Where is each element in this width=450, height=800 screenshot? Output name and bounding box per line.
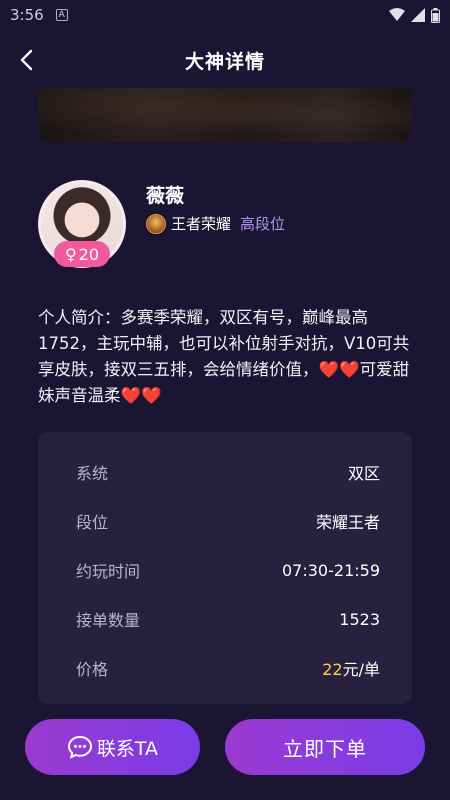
notification-icon: A bbox=[55, 9, 68, 21]
info-label: 约玩时间 bbox=[76, 562, 141, 581]
order-button[interactable]: 立即下单 bbox=[225, 719, 425, 775]
price-amount: 22 bbox=[322, 660, 343, 679]
wifi-icon bbox=[389, 8, 405, 21]
info-label: 价格 bbox=[76, 660, 109, 679]
order-button-label: 立即下单 bbox=[283, 736, 367, 761]
info-value: 荣耀王者 bbox=[315, 513, 380, 532]
chevron-left-icon bbox=[20, 49, 33, 71]
back-button[interactable] bbox=[14, 46, 42, 74]
info-value: 07:30-21:59 bbox=[282, 560, 380, 580]
rank-tag: 高段位 bbox=[240, 215, 286, 233]
contact-button[interactable]: 联系TA bbox=[25, 719, 200, 775]
bio-text: 个人简介：多赛季荣耀，双区有号，巅峰最高1752，主玩中辅，也可以补位射手对抗，… bbox=[38, 308, 410, 405]
game-row: 王者荣耀 高段位 bbox=[146, 213, 285, 234]
info-label: 接单数量 bbox=[76, 611, 141, 630]
status-icons bbox=[389, 7, 440, 23]
game-icon bbox=[146, 213, 166, 234]
price-unit: 元/单 bbox=[342, 660, 380, 679]
info-value: 双区 bbox=[347, 464, 380, 483]
signal-icon bbox=[411, 8, 425, 22]
contact-button-label: 联系TA bbox=[96, 737, 159, 760]
info-row-time: 约玩时间 07:30-21:59 bbox=[76, 555, 380, 585]
top-bar: 大神详情 bbox=[0, 40, 450, 80]
cover-image bbox=[38, 88, 412, 142]
info-label: 系统 bbox=[76, 464, 109, 483]
info-value: 1523 bbox=[339, 609, 380, 629]
female-icon: ♀ bbox=[64, 244, 77, 264]
age-value: 20 bbox=[78, 244, 100, 264]
status-time: 3:56 bbox=[10, 6, 44, 24]
chat-icon bbox=[67, 735, 92, 759]
info-row-rank: 段位 荣耀王者 bbox=[76, 506, 380, 536]
game-name: 王者荣耀 bbox=[171, 215, 232, 233]
gender-age-badge: ♀ 20 bbox=[54, 241, 110, 267]
info-label: 段位 bbox=[76, 513, 109, 532]
info-row-system: 系统 双区 bbox=[76, 457, 380, 487]
price-value: 22元/单 bbox=[322, 656, 380, 680]
info-row-price: 价格 22元/单 bbox=[76, 653, 380, 683]
user-name: 薇薇 bbox=[146, 185, 185, 207]
status-bar: 3:56 A bbox=[0, 0, 450, 30]
battery-icon bbox=[431, 7, 440, 23]
info-card: 系统 双区 段位 荣耀王者 约玩时间 07:30-21:59 接单数量 1523… bbox=[38, 432, 412, 704]
page-title: 大神详情 bbox=[184, 50, 265, 73]
info-row-orders: 接单数量 1523 bbox=[76, 604, 380, 634]
